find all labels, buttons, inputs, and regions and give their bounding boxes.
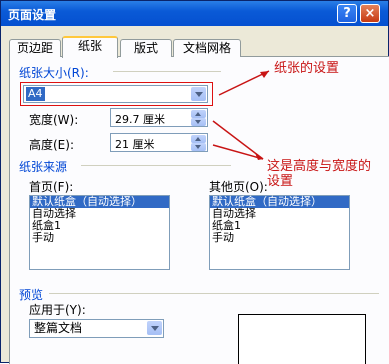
tab-paper[interactable]: 纸张 <box>62 36 118 58</box>
annotation-arrow-line <box>218 70 270 96</box>
annotation-arrows <box>212 70 270 160</box>
annotation-arrow-line <box>212 120 264 160</box>
annotation-height-width-line2: 设置 <box>267 174 294 189</box>
page-setup-dialog: 页面设置 ? × 页边距 纸张 版式 文档网格 纸张大小(R): A4 宽度(W… <box>0 0 389 364</box>
annotation-arrow-line <box>212 144 264 160</box>
annotation-paper-settings: 纸张的设置 <box>274 61 340 76</box>
